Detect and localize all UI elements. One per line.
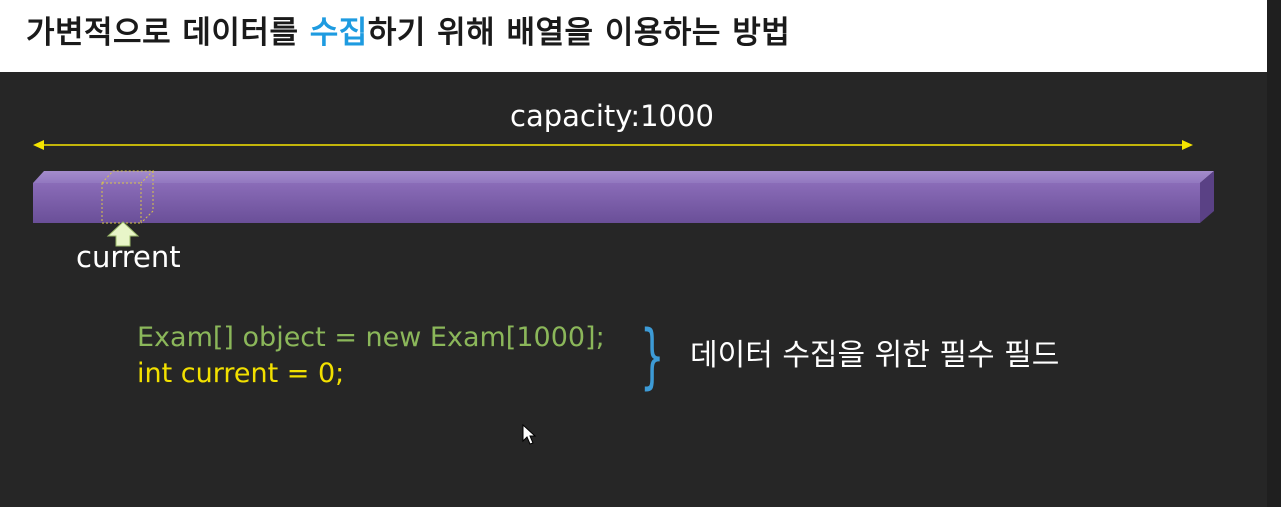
array-bar-top-face (33, 171, 1214, 183)
array-bar (33, 171, 1214, 223)
required-fields-label: 데이터 수집을 위한 필수 필드 (690, 338, 1060, 373)
array-diagram (33, 140, 1214, 247)
capacity-arrow-right-head (1182, 140, 1193, 150)
code-line-current-declaration: int current = 0; (137, 358, 345, 389)
capacity-label: capacity:1000 (510, 99, 714, 133)
curly-brace: } (640, 315, 665, 397)
capacity-arrow (33, 140, 1193, 150)
array-bar-front-face (33, 183, 1200, 223)
mouse-pointer-icon (522, 424, 537, 445)
code-block: Exam[] object = new Exam[1000]; int curr… (137, 320, 605, 392)
current-label: current (76, 240, 181, 274)
capacity-arrow-left-head (33, 140, 44, 150)
code-line-array-declaration: Exam[] object = new Exam[1000]; (137, 322, 605, 353)
